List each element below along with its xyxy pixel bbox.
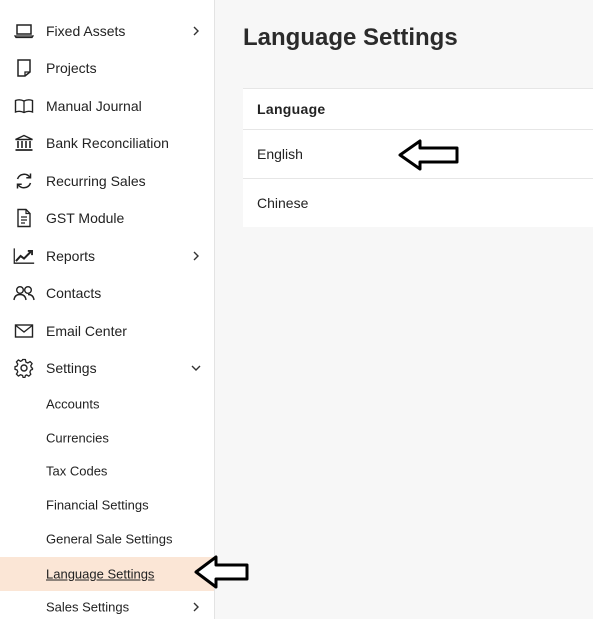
annotation-arrow-icon — [194, 555, 249, 589]
sidebar-item-recurring-sales[interactable]: Recurring Sales — [0, 166, 214, 196]
sidebar-item-bank-reconciliation[interactable]: Bank Reconciliation — [0, 128, 214, 158]
refresh-icon — [13, 170, 35, 192]
annotation-arrow-icon — [398, 139, 459, 171]
chevron-down-icon — [191, 365, 201, 371]
sidebar-item-label: Reports — [46, 248, 96, 264]
sub-item-label: Sales Settings — [46, 599, 130, 615]
sidebar-item-reports[interactable]: Reports — [0, 241, 214, 271]
settings-sub-tax-codes[interactable]: Tax Codes — [0, 456, 214, 486]
bank-icon — [13, 132, 35, 154]
language-cell: English — [257, 146, 303, 162]
sidebar-item-label: Projects — [46, 60, 97, 76]
chevron-right-icon — [193, 26, 199, 36]
document-icon — [13, 57, 35, 79]
table-header: Language — [243, 88, 593, 130]
file-text-icon — [13, 207, 35, 229]
sidebar-item-label: Bank Reconciliation — [46, 135, 169, 151]
settings-sub-general-sale-settings[interactable]: General Sale Settings — [0, 524, 214, 554]
sidebar-item-label: GST Module — [46, 210, 125, 226]
laptop-icon — [13, 20, 35, 42]
sidebar-item-contacts[interactable]: Contacts — [0, 278, 214, 308]
sidebar-item-fixed-assets[interactable]: Fixed Assets — [0, 16, 214, 46]
settings-sub-sales-settings[interactable]: Sales Settings — [0, 592, 214, 619]
sub-item-label: Language Settings — [46, 566, 155, 582]
table-row-chinese[interactable]: Chinese — [243, 179, 593, 227]
mail-icon — [13, 320, 35, 342]
page-title: Language Settings — [243, 24, 458, 51]
sidebar-item-label: Recurring Sales — [46, 173, 146, 189]
users-icon — [13, 282, 35, 304]
sidebar-item-email-center[interactable]: Email Center — [0, 316, 214, 346]
sidebar-item-label: Manual Journal — [46, 98, 142, 114]
sidebar-item-label: Email Center — [46, 323, 127, 339]
sub-item-label: Currencies — [46, 430, 109, 446]
settings-sub-financial-settings[interactable]: Financial Settings — [0, 490, 214, 520]
chevron-right-icon — [193, 602, 199, 612]
sidebar-item-projects[interactable]: Projects — [0, 53, 214, 83]
sidebar-item-gst-module[interactable]: GST Module — [0, 203, 214, 233]
sidebar-item-settings[interactable]: Settings — [0, 353, 214, 383]
sidebar-item-label: Fixed Assets — [46, 23, 126, 39]
language-cell: Chinese — [257, 195, 309, 211]
sub-item-label: Financial Settings — [46, 497, 149, 513]
settings-sub-currencies[interactable]: Currencies — [0, 423, 214, 453]
gear-icon — [13, 357, 35, 379]
sub-item-label: Tax Codes — [46, 463, 108, 479]
sidebar-item-label: Settings — [46, 360, 97, 376]
sidebar-item-manual-journal[interactable]: Manual Journal — [0, 91, 214, 121]
sidebar-item-label: Contacts — [46, 285, 102, 301]
sub-item-label: General Sale Settings — [46, 531, 173, 547]
settings-sub-accounts[interactable]: Accounts — [0, 389, 214, 419]
sub-item-label: Accounts — [46, 396, 100, 412]
column-header-language: Language — [257, 101, 326, 117]
book-icon — [13, 95, 35, 117]
trend-chart-icon — [13, 245, 35, 267]
sidebar: Fixed Assets Projects Manual Journal Ban… — [0, 0, 215, 619]
chevron-right-icon — [193, 251, 199, 261]
settings-sub-language-settings[interactable]: Language Settings — [0, 557, 214, 591]
